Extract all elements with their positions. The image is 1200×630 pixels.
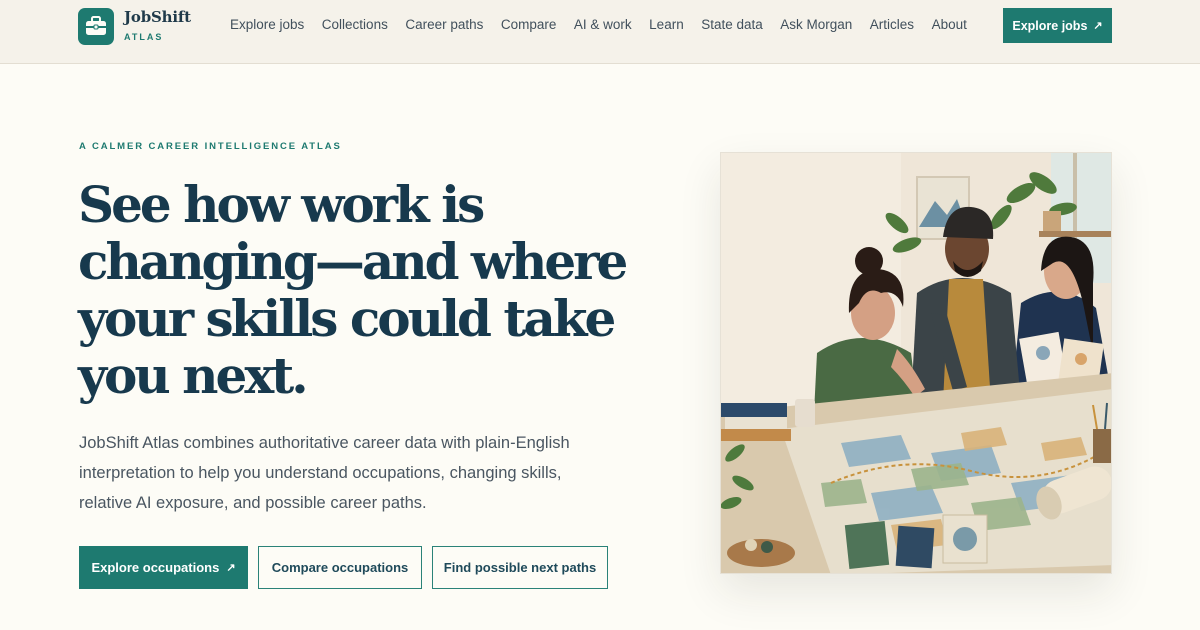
hero-illustration: [720, 152, 1112, 574]
logo[interactable]: JobShift ATLAS: [78, 7, 191, 45]
logo-name: JobShift: [124, 8, 191, 26]
logo-subtitle: ATLAS: [124, 32, 164, 42]
hero-title-line: See how work is: [78, 175, 485, 234]
explore-occupations-label: Explore occupations: [91, 560, 220, 575]
nav-learn[interactable]: Learn: [649, 17, 684, 35]
nav-ai-and-work[interactable]: AI & work: [574, 17, 632, 35]
explore-jobs-label: Explore jobs: [1012, 18, 1088, 33]
hero-eyebrow: A CALMER CAREER INTELLIGENCE ATLAS: [79, 141, 342, 152]
hero-title: See how work is changing—and where your …: [78, 176, 638, 404]
nav-about[interactable]: About: [932, 17, 967, 35]
compare-occupations-button[interactable]: Compare occupations: [258, 546, 422, 589]
nav-explore-jobs[interactable]: Explore jobs: [230, 17, 304, 35]
nav-ask-morgan[interactable]: Ask Morgan: [780, 17, 852, 35]
hero-title-line: your skills could take: [78, 289, 616, 348]
find-next-paths-label: Find possible next paths: [443, 560, 597, 575]
compare-occupations-label: Compare occupations: [271, 560, 409, 575]
hero-title-line: changing—and where: [78, 232, 628, 291]
site-header: JobShift ATLAS Explore jobs Collections …: [0, 0, 1200, 64]
nav-compare[interactable]: Compare: [501, 17, 557, 35]
nav-collections[interactable]: Collections: [322, 17, 388, 35]
explore-occupations-button[interactable]: Explore occupations ↗: [79, 546, 248, 589]
nav-articles[interactable]: Articles: [870, 17, 914, 35]
nav-career-paths[interactable]: Career paths: [405, 17, 483, 35]
arrow-up-right-icon: ↗: [1093, 20, 1103, 32]
explore-jobs-button[interactable]: Explore jobs ↗: [1003, 8, 1112, 43]
main-nav: Explore jobs Collections Career paths Co…: [230, 17, 967, 35]
hero-description: JobShift Atlas combines authoritative ca…: [79, 434, 570, 512]
nav-state-data[interactable]: State data: [701, 17, 763, 35]
find-next-paths-button[interactable]: Find possible next paths: [432, 546, 608, 589]
arrow-up-right-icon: ↗: [226, 562, 236, 574]
hero-title-line: you next.: [78, 346, 309, 405]
briefcase-icon: [78, 7, 114, 45]
